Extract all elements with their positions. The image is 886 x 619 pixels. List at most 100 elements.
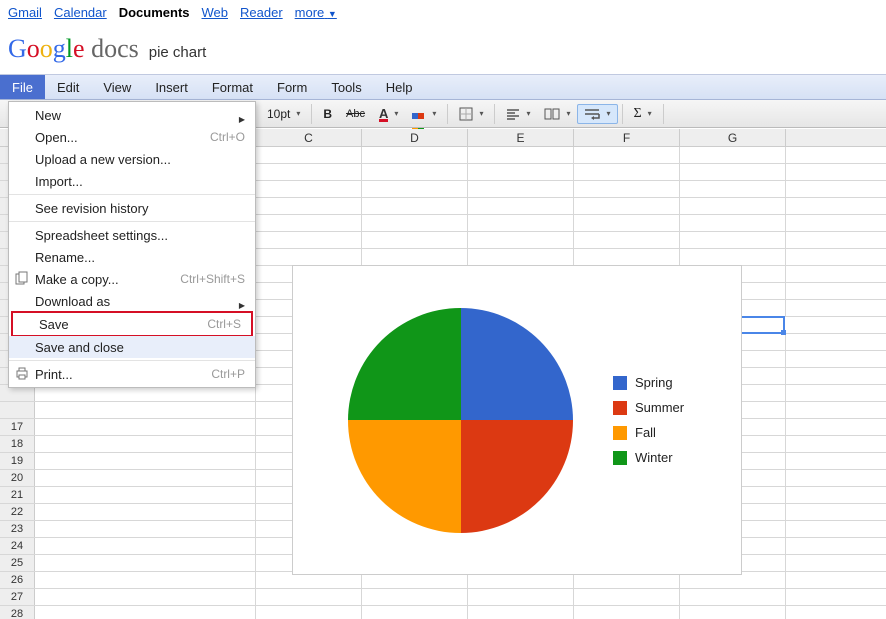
menu-item-save[interactable]: SaveCtrl+S — [13, 313, 251, 335]
cell[interactable] — [680, 198, 786, 214]
cell[interactable] — [35, 419, 256, 435]
cell[interactable] — [35, 606, 256, 619]
text-color-button[interactable]: A — [372, 102, 405, 126]
cell[interactable] — [468, 589, 574, 605]
cell[interactable] — [680, 589, 786, 605]
cell[interactable] — [362, 606, 468, 619]
cell[interactable] — [35, 572, 256, 588]
cell[interactable] — [362, 215, 468, 231]
menu-help[interactable]: Help — [374, 75, 425, 99]
cell[interactable] — [468, 181, 574, 197]
col-header-g[interactable]: G — [680, 129, 786, 146]
menu-insert[interactable]: Insert — [143, 75, 200, 99]
cell[interactable] — [680, 606, 786, 619]
row-header[interactable]: 17 — [0, 419, 35, 435]
row-header[interactable]: 26 — [0, 572, 35, 588]
menu-item-upload[interactable]: Upload a new version... — [9, 148, 255, 170]
cell[interactable] — [35, 453, 256, 469]
col-header-f[interactable]: F — [574, 129, 680, 146]
cell[interactable] — [468, 147, 574, 163]
cell[interactable] — [680, 249, 786, 265]
menu-edit[interactable]: Edit — [45, 75, 91, 99]
menu-item-print[interactable]: Print...Ctrl+P — [9, 363, 255, 385]
col-header-e[interactable]: E — [468, 129, 574, 146]
cell[interactable] — [468, 164, 574, 180]
nav-documents[interactable]: Documents — [119, 5, 190, 20]
cell[interactable] — [35, 521, 256, 537]
align-left-button[interactable] — [499, 104, 537, 124]
nav-web[interactable]: Web — [202, 5, 229, 20]
cell[interactable] — [468, 249, 574, 265]
bold-button[interactable]: B — [316, 103, 339, 125]
cell[interactable] — [256, 589, 362, 605]
cell[interactable] — [35, 487, 256, 503]
cell[interactable] — [680, 147, 786, 163]
cell[interactable] — [574, 606, 680, 619]
cell[interactable] — [574, 181, 680, 197]
cell[interactable] — [362, 249, 468, 265]
col-header-d[interactable]: D — [362, 129, 468, 146]
row-header[interactable]: 19 — [0, 453, 35, 469]
menu-item-download[interactable]: Download as — [9, 290, 255, 312]
cell[interactable] — [35, 504, 256, 520]
cell[interactable] — [35, 436, 256, 452]
cell[interactable] — [574, 249, 680, 265]
cell[interactable] — [468, 232, 574, 248]
row-header[interactable]: 21 — [0, 487, 35, 503]
merge-button[interactable] — [537, 104, 577, 124]
cell[interactable] — [35, 589, 256, 605]
menu-item-import[interactable]: Import... — [9, 170, 255, 192]
row-header[interactable]: 24 — [0, 538, 35, 554]
cell[interactable] — [574, 147, 680, 163]
cell[interactable] — [362, 147, 468, 163]
cell[interactable] — [574, 164, 680, 180]
cell[interactable] — [35, 555, 256, 571]
cell[interactable] — [574, 215, 680, 231]
nav-reader[interactable]: Reader — [240, 5, 283, 20]
row-header[interactable]: 27 — [0, 589, 35, 605]
nav-gmail[interactable]: Gmail — [8, 5, 42, 20]
cell[interactable] — [362, 164, 468, 180]
cell[interactable] — [574, 589, 680, 605]
menu-item-new[interactable]: New — [9, 104, 255, 126]
cell[interactable] — [362, 198, 468, 214]
cell[interactable] — [35, 470, 256, 486]
cell[interactable] — [256, 606, 362, 619]
strikethrough-button[interactable]: Abc — [339, 104, 372, 124]
cell[interactable] — [468, 215, 574, 231]
cell[interactable] — [468, 198, 574, 214]
cell[interactable] — [680, 232, 786, 248]
row-header[interactable]: 20 — [0, 470, 35, 486]
menu-form[interactable]: Form — [265, 75, 319, 99]
menu-item-open[interactable]: Open...Ctrl+O — [9, 126, 255, 148]
cell[interactable] — [35, 538, 256, 554]
cell[interactable] — [574, 232, 680, 248]
col-header-c[interactable]: C — [256, 129, 362, 146]
menu-view[interactable]: View — [91, 75, 143, 99]
menu-tools[interactable]: Tools — [319, 75, 373, 99]
menu-item-copy[interactable]: Make a copy...Ctrl+Shift+S — [9, 268, 255, 290]
cell[interactable] — [680, 164, 786, 180]
document-title[interactable]: pie chart — [149, 44, 207, 61]
menu-item-revisions[interactable]: See revision history — [9, 197, 255, 219]
cell[interactable] — [256, 147, 362, 163]
cell[interactable] — [35, 402, 256, 418]
nav-more[interactable]: more ▼ — [295, 5, 337, 20]
menu-item-settings[interactable]: Spreadsheet settings... — [9, 224, 255, 246]
row-header[interactable]: 23 — [0, 521, 35, 537]
chart-container[interactable]: Spring Summer Fall Winter — [292, 265, 742, 575]
row-header[interactable]: 28 — [0, 606, 35, 619]
cell[interactable] — [256, 164, 362, 180]
cell[interactable] — [362, 589, 468, 605]
cell[interactable] — [256, 198, 362, 214]
menu-item-save-close[interactable]: Save and close — [9, 336, 255, 358]
menu-item-rename[interactable]: Rename... — [9, 246, 255, 268]
cell[interactable] — [256, 232, 362, 248]
cell[interactable] — [256, 215, 362, 231]
cell[interactable] — [680, 181, 786, 197]
menu-file[interactable]: File — [0, 75, 45, 99]
row-header[interactable] — [0, 402, 35, 418]
cell[interactable] — [362, 181, 468, 197]
row-header[interactable]: 22 — [0, 504, 35, 520]
cell[interactable] — [362, 232, 468, 248]
